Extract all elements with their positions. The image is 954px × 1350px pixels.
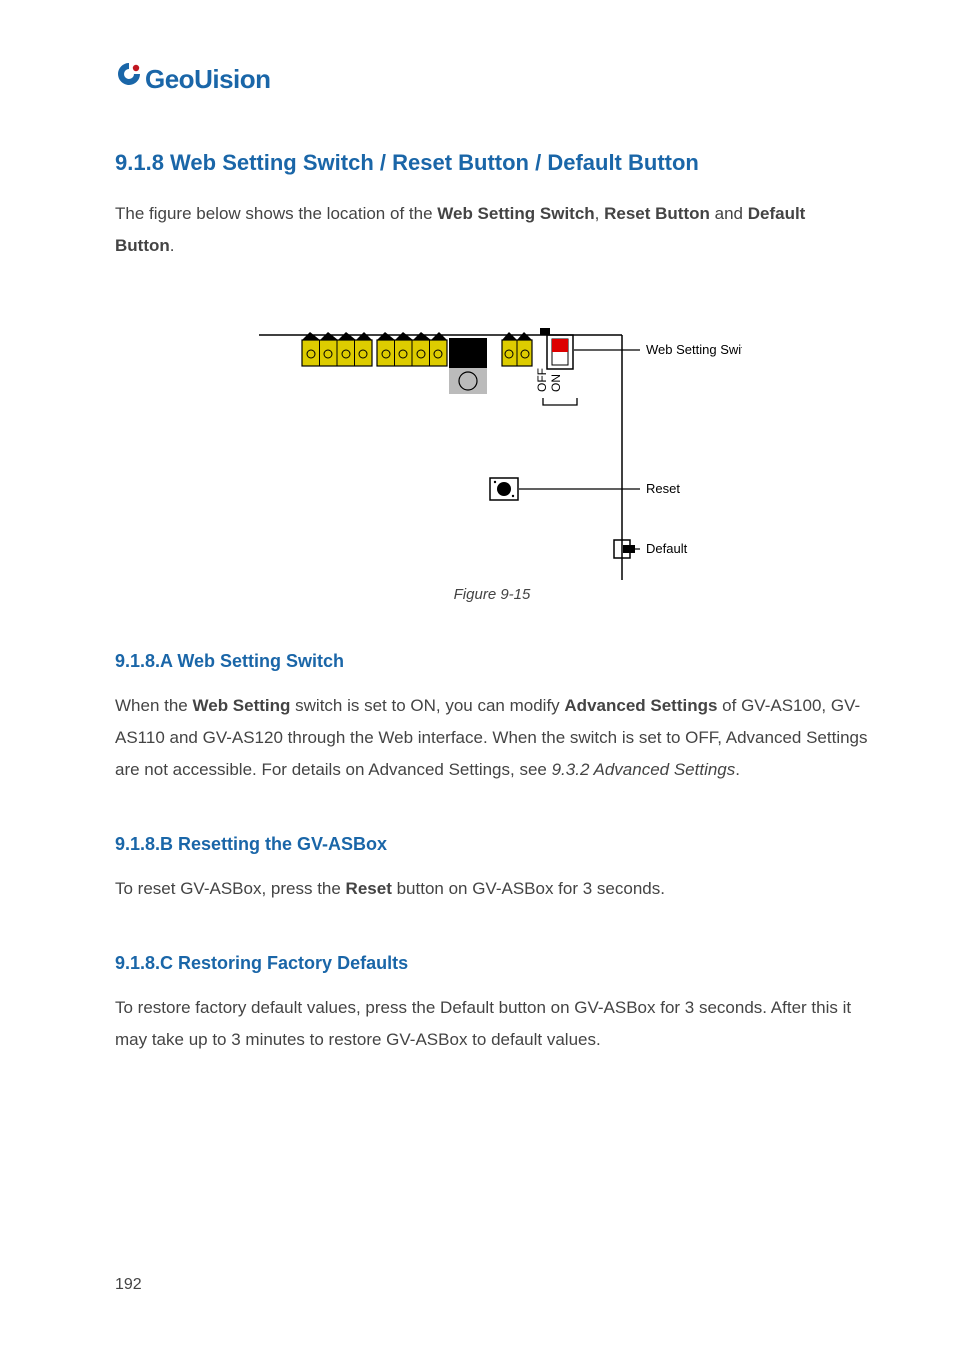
- reset-t1: To reset GV-ASBox, press the: [115, 879, 346, 898]
- subheading-web: 9.1.8.A Web Setting Switch: [115, 651, 869, 672]
- web-b1: Web Setting: [193, 696, 291, 715]
- subheading-default: 9.1.8.C Restoring Factory Defaults: [115, 953, 869, 974]
- web-setting-paragraph: When the Web Setting switch is set to ON…: [115, 690, 869, 786]
- default-paragraph: To restore factory default values, press…: [115, 992, 869, 1056]
- web-b2: Advanced Settings: [564, 696, 717, 715]
- web-t2: switch is set to ON, you can modify: [290, 696, 564, 715]
- switch-off-label: OFF: [535, 368, 549, 392]
- logo-text: GeoUision: [145, 64, 271, 95]
- web-setting-switch-label: Web Setting Switch: [646, 342, 742, 357]
- logo-icon: [115, 60, 143, 88]
- brand-logo: GeoUision: [115, 60, 869, 95]
- intro-mid: ,: [595, 204, 604, 223]
- web-t1: When the: [115, 696, 193, 715]
- intro-bold1: Web Setting Switch: [437, 204, 594, 223]
- default-t1: To restore factory default values, press…: [115, 998, 851, 1049]
- intro-paragraph: The figure below shows the location of t…: [115, 198, 869, 262]
- section-heading-top: 9.1.8 Web Setting Switch / Reset Button …: [115, 150, 869, 176]
- intro-end: .: [170, 236, 175, 255]
- reset-label: Reset: [646, 481, 680, 496]
- intro-text: The figure below shows the location of t…: [115, 204, 437, 223]
- reset-t2: button on GV-ASBox for 3 seconds.: [392, 879, 665, 898]
- reset-b1: Reset: [346, 879, 392, 898]
- diagram-figure: ON OFF Web Setting Switch Reset Default: [115, 310, 869, 580]
- web-ref: 9.3.2 Advanced Settings: [552, 760, 736, 779]
- figure-caption: Figure 9-15: [115, 586, 869, 603]
- reset-paragraph: To reset GV-ASBox, press the Reset butto…: [115, 873, 869, 905]
- subheading-reset: 9.1.8.B Resetting the GV-ASBox: [115, 834, 869, 855]
- web-t4: .: [735, 760, 740, 779]
- page-number: 192: [115, 1276, 142, 1294]
- intro-and: and: [710, 204, 748, 223]
- intro-bold2: Reset Button: [604, 204, 710, 223]
- switch-on-label: ON: [549, 374, 563, 392]
- default-label: Default: [646, 541, 688, 556]
